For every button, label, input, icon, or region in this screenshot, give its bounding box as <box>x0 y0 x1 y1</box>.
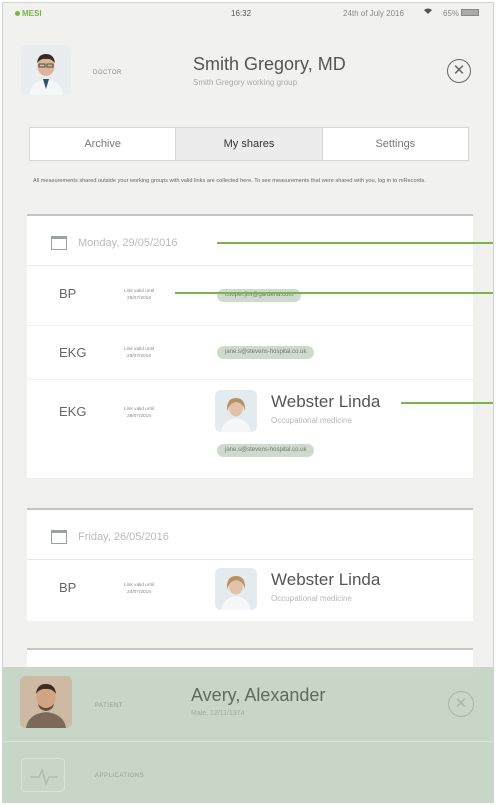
patient-avatar <box>20 676 72 728</box>
calendar-icon <box>51 236 67 250</box>
battery-percent: 65% <box>443 9 460 18</box>
share-group-card: Monday, 29/05/2016 BP Link valid until 2… <box>27 214 473 478</box>
shared-email-chip[interactable]: jane.s@stevens-hospital.co.uk <box>217 346 315 359</box>
share-row[interactable]: EKG Link valid until 29/07/2016 jane.s@s… <box>27 326 473 380</box>
status-time: 16:32 <box>231 9 252 18</box>
applications-label: APPLICATIONS <box>95 773 145 779</box>
battery-icon <box>461 9 479 16</box>
link-valid-label: Link valid until <box>123 347 155 352</box>
link-validity: Link valid until 29/07/2016 <box>113 346 165 360</box>
share-row[interactable]: EKG Link valid until 29/07/2016 Webster … <box>27 380 473 478</box>
group-date: Friday, 26/05/2016 <box>78 531 169 543</box>
shared-email-chip[interactable]: jane.s@stevens-hospital.co.uk <box>217 444 315 457</box>
patient-name: Avery, Alexander <box>191 685 326 705</box>
divider <box>3 741 493 742</box>
date-header: Friday, 26/05/2016 <box>27 510 473 560</box>
tab-my-shares[interactable]: My shares <box>176 128 323 160</box>
contact-avatar <box>215 568 257 610</box>
patient-details: Male, 12/11/1974 <box>191 710 245 717</box>
patient-panel: PATIENT Avery, Alexander Male, 12/11/197… <box>3 667 493 802</box>
close-icon: ✕ <box>452 62 466 79</box>
date-header: Monday, 29/05/2016 <box>27 216 473 266</box>
measurement-type: BP <box>59 580 77 595</box>
share-row[interactable]: BP Link valid until 24/07/2016 Webster L… <box>27 560 473 622</box>
tab-bar: Archive My shares Settings <box>29 127 469 161</box>
patient-close-button[interactable]: ✕ <box>448 691 474 717</box>
link-valid-date: 29/07/2016 <box>126 414 151 419</box>
link-validity: Link valid until 24/07/2016 <box>113 582 165 596</box>
close-icon: ✕ <box>454 695 468 712</box>
callout-line <box>401 402 493 404</box>
measurement-type: EKG <box>59 345 87 360</box>
contact-specialty: Occupational medicine <box>271 594 352 603</box>
measurement-type: EKG <box>59 404 87 419</box>
link-valid-label: Link valid until <box>123 583 155 588</box>
link-valid-label: Link valid until <box>123 289 155 294</box>
shared-email-chip[interactable]: cooper.jim@gardena.com <box>217 289 302 302</box>
link-valid-date: 29/07/2016 <box>126 296 151 301</box>
calendar-icon <box>51 530 67 544</box>
applications-button[interactable] <box>21 758 65 792</box>
patient-role-label: PATIENT <box>95 703 123 709</box>
doctor-close-button[interactable]: ✕ <box>447 59 471 83</box>
link-valid-label: Link valid until <box>123 407 155 412</box>
ecg-pulse-icon <box>30 768 58 786</box>
status-date: 24th of July 2016 <box>343 9 404 18</box>
brand-logo: MESI <box>15 9 42 18</box>
wifi-icon <box>423 7 433 17</box>
doctor-avatar <box>21 45 71 95</box>
status-bar: MESI 16:32 24th of July 2016 65% <box>3 3 493 23</box>
doctor-name: Smith Gregory, MD <box>193 54 346 74</box>
doctor-working-group: Smith Gregory working group <box>193 78 298 87</box>
link-validity: Link valid until 29/07/2016 <box>113 288 165 302</box>
shares-notice: All measurements shared outside your wor… <box>33 178 426 184</box>
share-row[interactable]: BP Link valid until 29/07/2016 cooper.ji… <box>27 266 473 326</box>
app-frame: MESI 16:32 24th of July 2016 65% DOCTOR … <box>2 2 494 803</box>
link-validity: Link valid until 29/07/2016 <box>113 406 165 420</box>
tab-settings[interactable]: Settings <box>323 128 468 160</box>
contact-name: Webster Linda <box>271 570 381 589</box>
callout-line <box>175 292 493 294</box>
link-valid-date: 24/07/2016 <box>126 590 151 595</box>
callout-line <box>217 242 493 244</box>
group-date: Monday, 29/05/2016 <box>78 237 178 249</box>
link-valid-date: 29/07/2016 <box>126 354 151 359</box>
measurement-type: BP <box>59 286 77 301</box>
contact-name: Webster Linda <box>271 392 381 411</box>
contact-avatar <box>215 390 257 432</box>
doctor-role-label: DOCTOR <box>93 70 122 76</box>
share-group-card: Friday, 26/05/2016 BP Link valid until 2… <box>27 508 473 621</box>
contact-specialty: Occupational medicine <box>271 416 352 425</box>
tab-archive[interactable]: Archive <box>30 128 177 160</box>
